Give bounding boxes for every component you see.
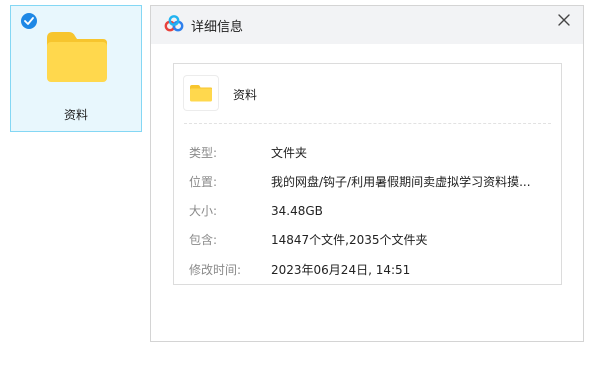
divider xyxy=(184,123,551,124)
info-card: 资料 类型: 文件夹 位置: 我的网盘/钩子/利用暑假期间卖虚拟学习资料摸...… xyxy=(173,63,562,285)
details-dialog: 详细信息 资料 类型: 文件夹 位置: 我的网盘/钩子/利用暑假期间卖虚拟学习资… xyxy=(150,5,584,342)
detail-row-type: 类型: 文件夹 xyxy=(189,143,551,163)
folder-tile-selected[interactable]: 资料 xyxy=(10,5,142,132)
detail-row-modified: 修改时间: 2023年06月24日, 14:51 xyxy=(189,260,551,280)
detail-label: 包含: xyxy=(189,233,218,247)
dialog-titlebar: 详细信息 xyxy=(151,6,583,44)
detail-value: 14847个文件,2035个文件夹 xyxy=(271,233,428,247)
close-button[interactable] xyxy=(554,10,574,30)
folder-icon xyxy=(47,32,107,82)
detail-row-contains: 包含: 14847个文件,2035个文件夹 xyxy=(189,230,551,250)
detail-value-location[interactable]: 我的网盘/钩子/利用暑假期间卖虚拟学习资料摸... xyxy=(271,172,551,192)
item-thumbnail xyxy=(184,76,218,110)
detail-label: 位置: xyxy=(189,175,218,189)
detail-row-size: 大小: 34.48GB xyxy=(189,201,551,221)
app-logo-icon xyxy=(164,15,184,32)
folder-name: 资料 xyxy=(63,108,88,122)
close-icon xyxy=(558,14,570,26)
item-name: 资料 xyxy=(233,88,258,102)
detail-value: 34.48GB xyxy=(271,204,323,218)
detail-label: 大小: xyxy=(189,204,218,218)
folder-icon xyxy=(190,85,212,102)
detail-label: 类型: xyxy=(189,146,218,160)
detail-value: 2023年06月24日, 14:51 xyxy=(271,263,411,277)
detail-label: 修改时间: xyxy=(189,263,242,277)
dialog-title: 详细信息 xyxy=(191,20,244,35)
selected-check-icon[interactable] xyxy=(21,13,37,29)
detail-row-location: 位置: 我的网盘/钩子/利用暑假期间卖虚拟学习资料摸... xyxy=(189,172,551,192)
detail-value: 文件夹 xyxy=(271,146,308,160)
